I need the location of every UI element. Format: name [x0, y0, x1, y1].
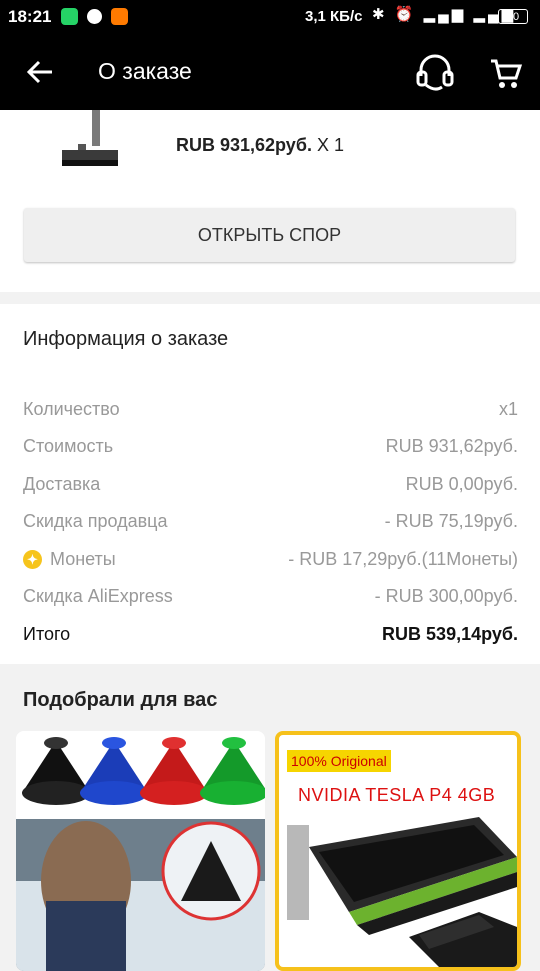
- info-label: Скидка продавца: [23, 511, 168, 531]
- page-title: О заказе: [98, 58, 192, 84]
- info-row-quantity: Количество x1: [23, 395, 518, 423]
- ice-scraper-cones-image: [16, 731, 265, 971]
- network-speed: 3,1 КБ/с: [305, 8, 363, 25]
- order-item-card: RUB 931,62руб. X 1 ОТКРЫТЬ СПОР: [0, 110, 540, 292]
- product-price-qty: RUB 931,62руб. X 1: [176, 135, 344, 156]
- recommendations-title: Подобрали для вас: [23, 689, 218, 711]
- product-quantity: X 1: [316, 135, 344, 155]
- total-value: RUB 539,14руб.: [382, 624, 518, 644]
- open-dispute-button[interactable]: ОТКРЫТЬ СПОР: [24, 208, 515, 262]
- info-label: Доставка: [23, 474, 101, 494]
- recommendation-card[interactable]: [16, 731, 265, 971]
- back-arrow-icon[interactable]: [22, 54, 58, 90]
- status-icons: ✱ ⏰ ▂▄▆ ▂▄▆: [372, 6, 517, 23]
- info-row-aliexpress-discount: Скидка AliExpress - RUB 300,00руб.: [23, 582, 518, 610]
- order-info-title: Информация о заказе: [23, 328, 229, 350]
- coins-label: Монеты: [50, 549, 116, 569]
- product-image[interactable]: [52, 110, 158, 180]
- info-label: Скидка AliExpress: [23, 586, 173, 606]
- status-bar: 18:21 3,1 КБ/с ✱ ⏰ ▂▄▆ ▂▄▆ 30: [0, 0, 540, 34]
- info-value: - RUB 300,00руб.: [374, 586, 518, 606]
- info-value: x1: [498, 399, 518, 419]
- cart-icon[interactable]: [488, 56, 524, 92]
- battery-icon: 30: [498, 9, 528, 24]
- info-row-shipping: Доставка RUB 0,00руб.: [23, 470, 518, 498]
- app-circle-icon: [87, 9, 102, 24]
- status-time: 18:21: [8, 7, 52, 26]
- info-value: - RUB 17,29руб.(11Монеты): [288, 549, 518, 569]
- whatsapp-icon: [61, 8, 78, 25]
- info-row-cost: Стоимость RUB 931,62руб.: [23, 432, 518, 460]
- mi-app-icon: [111, 8, 128, 25]
- info-value: - RUB 75,19руб.: [384, 511, 518, 531]
- support-headset-icon[interactable]: [415, 54, 455, 92]
- info-label-coins: ✦ Монеты: [23, 549, 116, 570]
- info-row-seller-discount: Скидка продавца - RUB 75,19руб.: [23, 507, 518, 535]
- info-value: RUB 0,00руб.: [405, 474, 518, 494]
- info-label: Стоимость: [23, 436, 114, 456]
- original-badge: 100% Origional: [287, 750, 391, 772]
- info-value: RUB 931,62руб.: [385, 436, 518, 456]
- product-name: NVIDIA TESLA P4 4GB: [298, 785, 496, 805]
- recommendation-card[interactable]: 100% Origional NVIDIA TESLA P4 4GB: [275, 731, 521, 971]
- order-info-card: Информация о заказе Количество x1 Стоимо…: [0, 304, 540, 664]
- gpu-card-image: [287, 817, 517, 967]
- info-row-coins: ✦ Монеты - RUB 17,29руб.(11Монеты): [23, 545, 518, 573]
- info-row-total: Итого RUB 539,14руб.: [23, 620, 518, 648]
- product-price: RUB 931,62руб.: [176, 135, 312, 155]
- total-label: Итого: [23, 624, 71, 644]
- coin-icon: ✦: [23, 550, 42, 569]
- info-label: Количество: [23, 399, 120, 419]
- app-toolbar: О заказе: [0, 34, 540, 110]
